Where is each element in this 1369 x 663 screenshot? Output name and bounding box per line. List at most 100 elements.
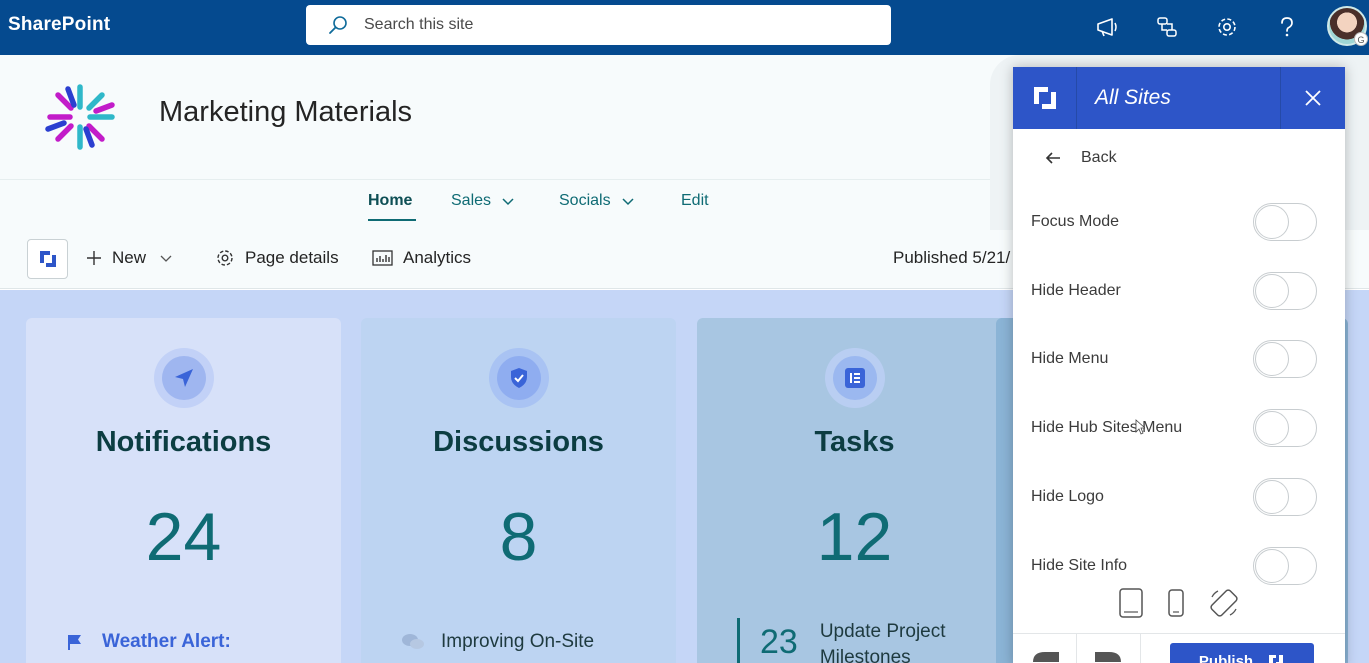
new-label: New [112,248,147,267]
tasks-card[interactable]: Tasks 12 23 Update Project Milestones [697,318,1012,663]
task-title-line1: Update Project [819,621,946,642]
all-sites-panel: All Sites Back Focus Mode Hide Header Hi… [1013,67,1345,663]
flag-icon [68,635,81,650]
close-icon [1305,90,1321,106]
page-details-button[interactable]: Page details [215,248,339,268]
card-title: Tasks [814,426,895,458]
connect-icon[interactable] [1152,12,1182,42]
analytics-icon [372,250,393,266]
card-icon-ring [153,348,214,408]
hide-hub-sites-menu-toggle[interactable] [1253,409,1317,447]
task-number: 23 [760,623,798,661]
toggle-row-hide-hub-sites-menu: Hide Hub Sites Menu [1031,408,1317,448]
toggle-label: Hide Header [1031,282,1121,299]
panel-scroll-area[interactable]: Back Focus Mode Hide Header Hide Menu Hi… [1013,129,1345,634]
shield-icon [496,356,541,400]
published-status: Published 5/21/ [893,248,1011,267]
chevron-down-icon [622,198,634,206]
nav-item-edit[interactable]: Edit [681,192,709,210]
card-icon-ring [824,348,885,408]
nav-item-label: Socials [559,192,611,209]
search-icon [329,16,347,34]
phone-icon[interactable] [1166,588,1186,618]
publish-button[interactable]: Publish [1170,643,1314,663]
card-count: 12 [816,499,893,575]
undo-button[interactable] [1013,634,1077,663]
focus-mode-toggle[interactable] [1253,203,1317,241]
avatar-badge: G [1354,32,1368,46]
chevron-down-icon [160,255,172,262]
search-box[interactable]: Search this site [306,5,891,45]
toggle-label: Hide Hub Sites Menu [1031,419,1183,436]
hide-menu-toggle[interactable] [1253,340,1317,378]
tablet-icon[interactable] [1118,587,1144,619]
new-button[interactable]: New [86,248,172,268]
back-button[interactable]: Back [1045,149,1117,167]
panel-brand-button[interactable] [1013,67,1077,129]
send-icon [161,356,206,400]
hide-logo-toggle[interactable] [1253,478,1317,516]
list-item[interactable]: Weather Alert: [66,631,231,653]
plus-icon [87,251,101,265]
toggle-row-focus-mode: Focus Mode [1031,202,1317,242]
megaphone-icon[interactable] [1092,12,1122,42]
close-button[interactable] [1281,67,1345,129]
rotate-icon[interactable] [1208,587,1240,619]
app-brand[interactable]: SharePoint [8,14,110,36]
help-icon[interactable] [1272,12,1302,42]
nav-item-home[interactable]: Home [368,192,412,210]
avatar[interactable]: G [1327,6,1368,46]
suite-bar: SharePoint Search this site G [0,0,1369,55]
list-item-text: Improving On-Site [441,631,595,652]
nav-active-indicator [368,219,416,221]
redo-icon [1094,652,1121,662]
list-item[interactable]: Improving On-Site [401,631,594,653]
publish-icon [1269,655,1284,663]
card-count: 8 [499,499,538,575]
arrow-left-icon [1045,152,1060,164]
device-preview-bar [1013,572,1345,634]
brand-icon [39,251,56,267]
analytics-button[interactable]: Analytics [372,248,471,268]
toggle-label: Focus Mode [1031,213,1120,230]
chevron-down-icon [502,198,514,206]
toggle-label: Hide Logo [1031,488,1104,505]
notifications-card[interactable]: Notifications 24 Weather Alert: [26,318,341,663]
card-icon-ring [488,348,549,408]
task-title-line2: Milestones [819,647,911,663]
nav-item-label: Sales [451,192,492,209]
card-title: Discussions [433,426,604,458]
back-label: Back [1081,149,1117,166]
redo-button[interactable] [1077,634,1141,663]
list-item[interactable]: 23 Update Project Milestones [737,618,946,663]
toggle-row-hide-logo: Hide Logo [1031,477,1317,517]
discussions-card[interactable]: Discussions 8 Improving On-Site [361,318,676,663]
hide-header-toggle[interactable] [1253,272,1317,310]
card-title: Notifications [95,426,272,458]
mouse-cursor-icon [1135,419,1145,435]
publish-label: Publish [1198,653,1254,663]
site-title[interactable]: Marketing Materials [159,96,412,129]
list-icon [832,356,877,400]
nav-item-sales[interactable]: Sales [451,192,515,210]
undo-icon [1032,652,1059,662]
site-logo[interactable] [40,81,120,153]
gear-icon [217,250,233,266]
list-item-text: Weather Alert: [102,631,231,652]
brand-icon [1033,87,1056,109]
panel-title: All Sites [1077,67,1281,129]
toggle-row-hide-header: Hide Header [1031,271,1317,311]
nav-item-socials[interactable]: Socials [559,192,635,210]
analytics-label: Analytics [403,248,472,267]
nav-item-label: Edit [681,192,709,209]
panel-footer: Publish [1013,634,1345,663]
toggle-row-hide-menu: Hide Menu [1031,339,1317,379]
app-launcher-button[interactable] [27,239,68,279]
panel-header: All Sites [1013,67,1345,129]
search-input[interactable]: Search this site [364,16,473,34]
nav-item-label: Home [368,192,413,209]
page-details-label: Page details [245,248,339,267]
settings-icon[interactable] [1212,12,1242,42]
chat-bubbles-icon [402,634,424,649]
toggle-label: Hide Menu [1031,350,1109,367]
